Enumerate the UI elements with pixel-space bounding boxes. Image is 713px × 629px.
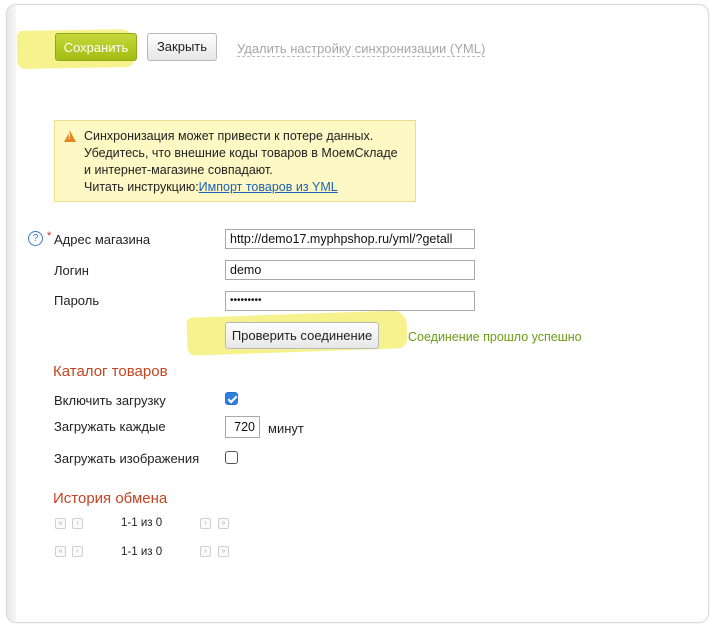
enable-upload-label: Включить загрузку [54, 393, 166, 408]
password-input[interactable]: ••••••••• [225, 291, 475, 311]
last-page-icon[interactable]: » [218, 546, 229, 557]
warning-icon [64, 131, 76, 142]
catalog-section-title: Каталог товаров [53, 363, 168, 380]
left-edge-shadow [7, 5, 16, 622]
next-page-icon[interactable]: › [200, 546, 211, 557]
delete-sync-link[interactable]: Удалить настройку синхронизации (YML) [237, 41, 486, 57]
help-icon[interactable]: ? [28, 231, 43, 246]
pager-status: 1-1 из 0 [121, 546, 163, 558]
warning-box: Синхронизация может привести к потере да… [54, 120, 416, 202]
interval-unit: минут [268, 421, 304, 436]
login-input[interactable]: demo [225, 260, 475, 280]
connection-status: Соединение прошло успешно [408, 330, 582, 344]
prev-page-icon[interactable]: ‹ [72, 518, 83, 529]
login-label: Логин [54, 263, 89, 278]
warning-line-4: Читать инструкцию:Импорт товаров из YML [84, 180, 338, 194]
interval-input[interactable]: 720 [225, 416, 260, 438]
first-page-icon[interactable]: « [55, 518, 66, 529]
interval-label: Загружать каждые [54, 419, 166, 434]
close-button[interactable]: Закрыть [147, 33, 217, 61]
shop-address-input[interactable]: http://demo17.myphpshop.ru/yml/?getall [225, 229, 475, 249]
required-mark: * [47, 230, 52, 242]
check-connection-button[interactable]: Проверить соединение [225, 322, 379, 349]
password-label: Пароль [54, 293, 100, 308]
shop-address-label: Адрес магазина [54, 232, 151, 247]
warning-line-2: Убедитесь, что внешние коды товаров в Мо… [84, 146, 398, 160]
prev-page-icon[interactable]: ‹ [72, 546, 83, 557]
images-upload-checkbox[interactable] [225, 451, 238, 464]
first-page-icon[interactable]: « [55, 546, 66, 557]
warning-line-3: и интернет-магазине совпадают. [84, 163, 273, 177]
next-page-icon[interactable]: › [200, 518, 211, 529]
history-section-title: История обмена [53, 490, 168, 507]
instruction-link[interactable]: Импорт товаров из YML [199, 180, 338, 194]
warning-line-1: Синхронизация может привести к потере да… [84, 129, 374, 143]
instruction-prefix: Читать инструкцию: [84, 180, 199, 194]
last-page-icon[interactable]: » [218, 518, 229, 529]
settings-panel: Сохранить Закрыть Удалить настройку синх… [6, 4, 709, 623]
enable-upload-checkbox[interactable] [225, 392, 238, 405]
save-button[interactable]: Сохранить [55, 33, 137, 61]
images-upload-label: Загружать изображения [54, 451, 200, 466]
pager-status: 1-1 из 0 [121, 517, 163, 529]
